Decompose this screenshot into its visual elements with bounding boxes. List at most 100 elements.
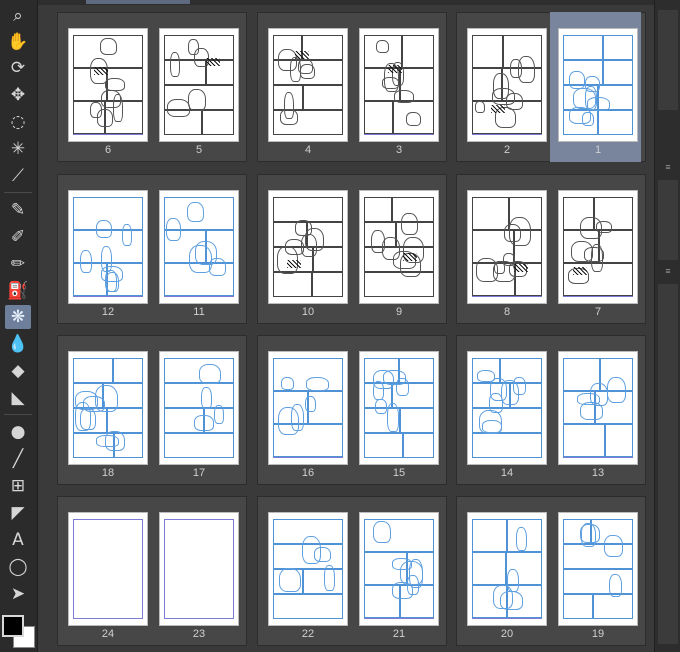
screentone-shading — [206, 58, 220, 66]
pen-icon[interactable]: ✎ — [5, 198, 31, 222]
figure-drawing — [306, 377, 329, 391]
figure-drawing — [607, 377, 626, 403]
page-thumbnail[interactable]: 21 — [351, 496, 442, 646]
dock-panel[interactable] — [658, 180, 678, 260]
page-thumbnail[interactable]: 12 — [60, 174, 151, 324]
text-icon[interactable]: A — [5, 528, 31, 552]
page-thumbnail[interactable]: 1 — [550, 12, 641, 162]
figure-drawing — [187, 202, 204, 222]
figure-drawing — [100, 38, 117, 55]
decoration-icon[interactable]: ❋ — [5, 305, 31, 329]
page-thumbnail[interactable]: 6 — [60, 12, 151, 162]
move-icon[interactable]: ✥ — [5, 83, 31, 107]
shape-icon[interactable]: ● — [5, 420, 31, 444]
page-thumbnail[interactable]: 14 — [459, 335, 550, 485]
page-sheet — [359, 512, 439, 626]
page-thumbnail[interactable]: 2 — [459, 12, 550, 162]
page-number: 20 — [500, 628, 514, 640]
screentone-shading — [514, 264, 528, 272]
lasso-select-icon[interactable]: ◌ — [5, 110, 31, 134]
page-sheet — [268, 351, 348, 465]
line-icon[interactable]: ╱ — [5, 447, 31, 471]
rotate-icon[interactable]: ⟳ — [5, 56, 31, 80]
page-thumbnail[interactable]: 23 — [151, 496, 242, 646]
page-thumbnail[interactable]: 15 — [351, 335, 442, 485]
page-thumbnail[interactable]: 11 — [151, 174, 242, 324]
figure-drawing — [569, 71, 585, 89]
page-thumbnail[interactable]: 24 — [60, 496, 151, 646]
page-thumbnail[interactable]: 7 — [550, 174, 641, 324]
figure-drawing — [166, 218, 181, 241]
page-number: 11 — [193, 306, 205, 318]
tab-strip — [38, 0, 654, 5]
page-thumbnail[interactable]: 13 — [550, 335, 641, 485]
object-select-icon[interactable]: ➤ — [5, 582, 31, 606]
screentone-shading — [573, 267, 587, 275]
comic-panel — [364, 197, 392, 222]
screentone-shading — [388, 65, 402, 73]
figure-drawing — [371, 230, 385, 253]
page-thumbnail[interactable]: 10 — [260, 174, 351, 324]
page-number: 15 — [392, 467, 406, 479]
right-dock: ≡ ≡ — [654, 0, 680, 652]
figure-drawing — [90, 102, 102, 118]
comic-panel — [472, 197, 509, 230]
main-color-swatch[interactable] — [2, 615, 24, 637]
page-thumbnail[interactable]: 22 — [260, 496, 351, 646]
comic-panel — [400, 408, 434, 433]
comic-panel — [472, 519, 507, 552]
figure-drawing — [83, 396, 105, 412]
page-thumbnail[interactable]: 16 — [260, 335, 351, 485]
page-sheet — [68, 190, 148, 304]
blend-icon[interactable]: 💧 — [5, 332, 31, 356]
page-number: 17 — [192, 467, 206, 479]
frame-border-icon[interactable]: ⊞ — [5, 474, 31, 498]
page-thumbnail[interactable]: 5 — [151, 12, 242, 162]
figure-drawing — [199, 364, 221, 384]
page-thumbnail[interactable]: 3 — [351, 12, 442, 162]
page-sheet — [359, 190, 439, 304]
dock-panel[interactable] — [658, 10, 678, 110]
eraser-icon[interactable]: ◆ — [5, 359, 31, 383]
page-sheet — [558, 190, 638, 304]
dock-panel[interactable] — [658, 284, 678, 644]
figure-drawing — [500, 591, 523, 610]
pencil-icon[interactable]: ✐ — [5, 225, 31, 249]
comic-panel — [563, 569, 633, 594]
figure-drawing — [375, 399, 387, 414]
page-number: 8 — [503, 306, 511, 318]
comic-panel — [472, 433, 542, 458]
comic-panel — [472, 552, 506, 585]
magic-wand-icon[interactable]: ✳ — [5, 137, 31, 161]
page-thumbnail[interactable]: 18 — [60, 335, 151, 485]
page-thumbnail[interactable]: 4 — [260, 12, 351, 162]
page-thumbnail[interactable]: 20 — [459, 496, 550, 646]
page-sheet — [558, 28, 638, 142]
ruler-icon[interactable]: ◤ — [5, 501, 31, 525]
page-sheet — [159, 190, 239, 304]
brush-icon[interactable]: ✏ — [5, 252, 31, 276]
figure-drawing — [516, 527, 527, 551]
comic-panel — [364, 272, 434, 297]
fill-icon[interactable]: ◣ — [5, 386, 31, 410]
figure-drawing — [580, 217, 602, 239]
figure-drawing — [170, 52, 180, 77]
airbrush-icon[interactable]: ⛽ — [5, 279, 31, 303]
dock-grip-icon[interactable]: ≡ — [661, 267, 675, 280]
zoom-icon[interactable]: ⌕ — [5, 4, 31, 28]
page-sheet — [467, 351, 547, 465]
page-thumbnail[interactable]: 19 — [550, 496, 641, 646]
figure-drawing — [105, 431, 125, 451]
eyedropper-icon[interactable]: ⟋ — [5, 164, 31, 188]
figure-drawing — [214, 405, 224, 424]
dock-grip-icon[interactable]: ≡ — [661, 163, 675, 176]
balloon-icon[interactable]: ◯ — [5, 555, 31, 579]
page-thumbnail[interactable]: 9 — [351, 174, 442, 324]
comic-panel — [402, 35, 434, 68]
figure-drawing — [96, 220, 112, 238]
hand-icon[interactable]: ✋ — [5, 30, 31, 54]
page-thumbnail[interactable]: 17 — [151, 335, 242, 485]
comic-panel — [599, 230, 633, 263]
page-thumbnail[interactable]: 8 — [459, 174, 550, 324]
figure-drawing — [604, 535, 623, 557]
